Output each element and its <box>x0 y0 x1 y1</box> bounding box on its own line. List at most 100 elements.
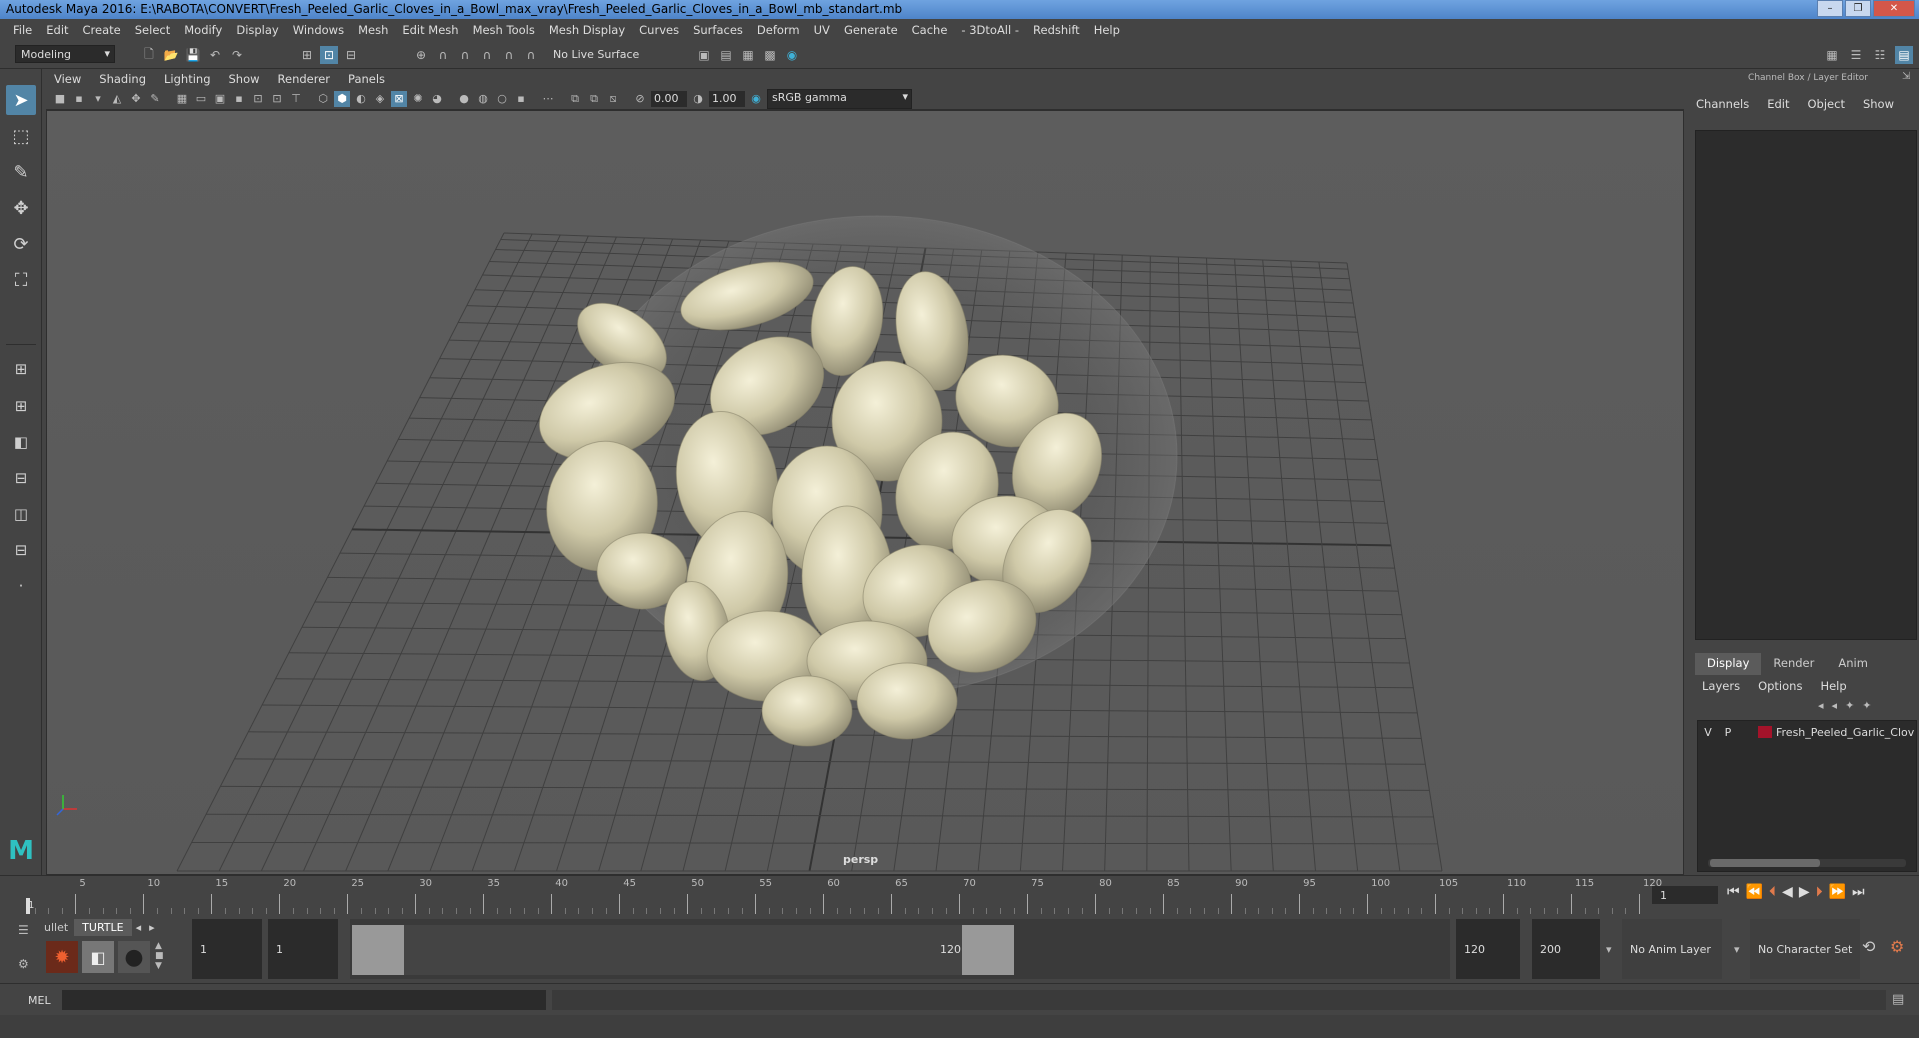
menu-mesh-tools[interactable]: Mesh Tools <box>466 23 542 37</box>
snap-curve-icon[interactable]: ∩ <box>434 46 452 64</box>
outliner-layout-icon[interactable]: ◫ <box>6 499 36 529</box>
channels-menu[interactable]: Channels <box>1696 97 1749 111</box>
shelf-tab-turtle[interactable]: TURTLE <box>74 919 132 936</box>
object-menu[interactable]: Object <box>1808 97 1845 111</box>
turtle-bake-icon[interactable]: ◧ <box>82 941 114 973</box>
menu-curves[interactable]: Curves <box>632 23 686 37</box>
grease-pencil-icon[interactable]: ✎ <box>147 91 163 107</box>
layer-name[interactable]: Fresh_Peeled_Garlic_Clov <box>1776 726 1914 739</box>
float-panel-icon[interactable]: ⇲ <box>1902 71 1910 82</box>
view-transform-dropdown[interactable]: sRGB gamma ▾ <box>767 88 912 109</box>
select-tool-icon[interactable]: ➤ <box>6 85 36 115</box>
menu-edit[interactable]: Edit <box>39 23 75 37</box>
tab-anim[interactable]: Anim <box>1826 653 1880 675</box>
single-perspective-layout-icon[interactable]: ⊞ <box>6 354 36 384</box>
save-scene-icon[interactable]: 💾 <box>184 46 202 64</box>
textured-icon[interactable]: ◈ <box>372 91 388 107</box>
lasso-tool-icon[interactable]: ⬚ <box>6 121 36 151</box>
live-surface-label[interactable]: No Live Surface <box>553 48 639 61</box>
menu-uv[interactable]: UV <box>807 23 837 37</box>
snap-point-icon[interactable]: ∩ <box>456 46 474 64</box>
panel-menu-renderer[interactable]: Renderer <box>278 72 331 86</box>
rotate-tool-icon[interactable]: ⟳ <box>6 229 36 259</box>
exposure-field[interactable]: 0.00 <box>651 90 687 107</box>
menu-mesh-display[interactable]: Mesh Display <box>542 23 632 37</box>
shelf-menu-icon[interactable]: ☰ <box>18 923 29 937</box>
gamma-icon[interactable]: ◑ <box>690 91 706 107</box>
resolution-gate-icon[interactable]: ▣ <box>212 91 228 107</box>
step-forward-key-icon[interactable]: ⏩ <box>1829 884 1846 900</box>
panel-menu-lighting[interactable]: Lighting <box>164 72 210 86</box>
menu-edit-mesh[interactable]: Edit Mesh <box>395 23 465 37</box>
xray-icon[interactable]: ⊠ <box>391 90 407 107</box>
redshift-render-icon[interactable]: ◉ <box>783 46 801 64</box>
script-editor-icon[interactable]: ▤ <box>1892 992 1904 1007</box>
snap-surface-icon[interactable]: ∩ <box>500 46 518 64</box>
step-back-frame-icon[interactable]: ⏴ <box>1769 884 1776 900</box>
current-frame-field[interactable]: 1 <box>1652 886 1718 904</box>
select-object-icon[interactable]: ⊡ <box>320 46 338 64</box>
shelf-scroll-left-icon[interactable]: ◂ <box>132 919 146 936</box>
image-plane-icon[interactable]: ◭ <box>109 91 125 107</box>
render-settings-icon[interactable]: ▦ <box>739 46 757 64</box>
anim-layer-dropdown[interactable]: No Anim Layer <box>1622 919 1722 979</box>
film-gate-icon[interactable]: ▭ <box>193 91 209 107</box>
play-forwards-icon[interactable]: ▶ <box>1799 884 1810 900</box>
menu-surfaces[interactable]: Surfaces <box>686 23 750 37</box>
anim-prefs-icon[interactable]: ⚙ <box>1890 937 1904 956</box>
new-layer-icon[interactable]: ✦ <box>1845 699 1854 712</box>
wireframe-icon[interactable]: ⬡ <box>315 91 331 107</box>
chevron-down-icon[interactable]: ▾ <box>1734 943 1740 956</box>
minimize-icon[interactable]: – <box>1817 0 1843 17</box>
menu-select[interactable]: Select <box>128 23 177 37</box>
redo-icon[interactable]: ↷ <box>228 46 246 64</box>
restore-icon[interactable]: ❐ <box>1845 0 1871 17</box>
playback-start-field[interactable]: 1 <box>268 919 338 979</box>
hypershade-icon[interactable]: ▩ <box>761 46 779 64</box>
backface-icon[interactable]: ⧅ <box>605 91 621 107</box>
bookmark-icon[interactable]: ▾ <box>90 91 106 107</box>
open-scene-icon[interactable]: 📂 <box>162 46 180 64</box>
custom-layout-icon[interactable]: · <box>6 571 36 601</box>
step-back-key-icon[interactable]: ⏪ <box>1746 884 1763 900</box>
panel-menu-view[interactable]: View <box>54 72 81 86</box>
menu-mesh[interactable]: Mesh <box>351 23 395 37</box>
step-forward-frame-icon[interactable]: ⏵ <box>1816 884 1823 900</box>
new-scene-icon[interactable]: 🗋 <box>140 46 158 64</box>
lighting-icon[interactable]: ◐ <box>353 91 369 107</box>
show-menu[interactable]: Show <box>1863 97 1894 111</box>
menu-modify[interactable]: Modify <box>177 23 229 37</box>
shelf-scroll-right-icon[interactable]: ▸ <box>145 919 159 936</box>
auto-key-icon[interactable]: ⟲ <box>1862 937 1875 956</box>
snap-grid-icon[interactable]: ⊕ <box>412 46 430 64</box>
gate-mask-icon[interactable]: ▪ <box>231 91 247 107</box>
command-language-label[interactable]: MEL <box>28 994 51 1007</box>
select-component-icon[interactable]: ⊟ <box>342 46 360 64</box>
channel-box-icon[interactable]: ▤ <box>1895 46 1913 64</box>
select-hierarchy-icon[interactable]: ⊞ <box>298 46 316 64</box>
time-slider[interactable]: 5 10 15 20 25 30 35 40 45 50 55 60 65 70 75 80 85 90 95 100… <box>0 875 1919 917</box>
four-view-layout-icon[interactable]: ⊞ <box>6 391 36 421</box>
menu-create[interactable]: Create <box>76 23 128 37</box>
range-bar[interactable] <box>404 925 1014 975</box>
tab-render[interactable]: Render <box>1761 653 1826 675</box>
camera-icon[interactable]: ■ <box>52 91 68 107</box>
shadows-icon[interactable]: ◕ <box>429 91 445 107</box>
hypershade-layout-icon[interactable]: ⊟ <box>6 535 36 565</box>
close-icon[interactable]: ✕ <box>1873 0 1915 17</box>
layer-scrollbar-thumb[interactable] <box>1710 859 1820 867</box>
attribute-editor-icon[interactable]: ☰ <box>1847 46 1865 64</box>
play-backwards-icon[interactable]: ◀ <box>1782 884 1793 900</box>
start-frame-field[interactable]: 1 <box>192 919 262 979</box>
smooth-shade-icon[interactable]: ⬢ <box>334 90 350 107</box>
modeling-toolkit-icon[interactable]: ▦ <box>1823 46 1841 64</box>
undo-icon[interactable]: ↶ <box>206 46 224 64</box>
menu-display[interactable]: Display <box>229 23 285 37</box>
scale-tool-icon[interactable]: ⛶ <box>6 265 36 295</box>
shelf-tab-bullet[interactable]: ullet <box>38 919 74 936</box>
color-management-icon[interactable]: ◉ <box>748 91 764 107</box>
ipr-render-icon[interactable]: ▤ <box>717 46 735 64</box>
persp-outliner-layout-icon[interactable]: ◧ <box>6 427 36 457</box>
menu-redshift[interactable]: Redshift <box>1026 23 1087 37</box>
safe-action-icon[interactable]: ⊡ <box>269 91 285 107</box>
